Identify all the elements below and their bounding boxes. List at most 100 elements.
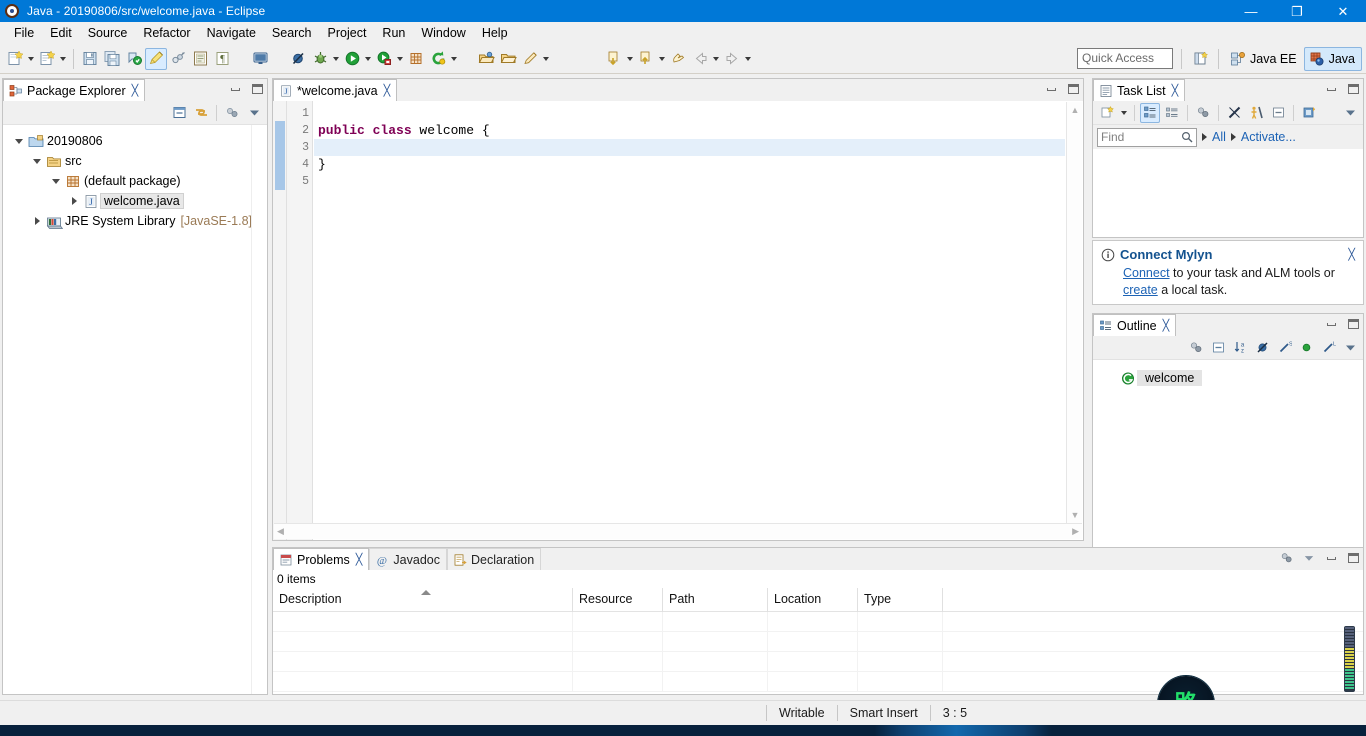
view-menu-icon[interactable] (244, 103, 264, 123)
minimize-icon[interactable] (1323, 316, 1339, 332)
debug-icon[interactable] (309, 48, 331, 70)
editor-vscrollbar[interactable]: ▲ ▼ (1066, 102, 1082, 523)
tree-node-src[interactable]: src (3, 151, 267, 171)
menu-search[interactable]: Search (264, 24, 320, 42)
categorized-icon[interactable] (1140, 102, 1160, 123)
toggle-mark-occurrences-icon[interactable] (145, 47, 167, 70)
open-type-icon[interactable] (189, 48, 211, 70)
scroll-left-icon[interactable]: ◀ (277, 526, 284, 537)
forward-dropdown-icon[interactable] (743, 48, 753, 70)
search-tasks-icon[interactable] (519, 48, 541, 70)
forward-icon[interactable] (721, 48, 743, 70)
skip-breakpoints-icon[interactable] (287, 48, 309, 70)
new-wizard-icon[interactable] (4, 48, 26, 70)
close-icon[interactable]: ╳ (132, 84, 139, 97)
os-taskbar[interactable] (0, 725, 1366, 736)
scheduled-icon[interactable] (1162, 103, 1182, 123)
chevron-down-icon[interactable] (29, 153, 45, 169)
tab-declaration[interactable]: Declaration (446, 548, 542, 570)
new-java-class-dropdown-icon[interactable] (58, 48, 68, 70)
link-with-editor-icon[interactable] (191, 103, 211, 123)
all-expand-icon[interactable] (1202, 133, 1207, 141)
mylyn-connect-link[interactable]: Connect (1123, 266, 1170, 280)
minimize-icon[interactable] (1323, 550, 1339, 566)
minimize-icon[interactable] (1043, 81, 1059, 97)
save-all-icon[interactable] (101, 48, 123, 70)
mylyn-create-link[interactable]: create (1123, 283, 1158, 297)
sort-icon[interactable]: a z (1230, 338, 1250, 358)
new-task-icon[interactable] (1097, 103, 1117, 123)
minimize-icon[interactable] (227, 81, 243, 97)
table-row[interactable] (273, 652, 1363, 672)
column-header-type[interactable]: Type (858, 588, 943, 612)
tab-package-explorer[interactable]: Package Explorer ╳ (3, 79, 146, 101)
column-header-path[interactable]: Path (663, 588, 768, 612)
next-annotation-icon[interactable] (635, 48, 657, 70)
close-button[interactable]: ✕ (1320, 0, 1366, 22)
focus-on-selection-icon[interactable] (1279, 550, 1295, 566)
close-icon[interactable]: ╳ (384, 84, 391, 97)
close-icon[interactable]: ╳ (1348, 248, 1355, 261)
table-row[interactable] (273, 632, 1363, 652)
close-icon[interactable]: ╳ (1172, 84, 1179, 97)
open-task-icon[interactable] (475, 48, 497, 70)
view-menu-icon[interactable] (1301, 550, 1317, 566)
new-task-dropdown-icon[interactable] (1119, 102, 1129, 124)
view-menu-filter-icon[interactable] (222, 103, 242, 123)
filter-completed-icon[interactable] (1224, 103, 1244, 123)
view-menu-icon[interactable] (1340, 338, 1360, 358)
maximize-icon[interactable] (1065, 81, 1081, 97)
previous-annotation-icon[interactable] (603, 48, 625, 70)
all-label[interactable]: All (1212, 130, 1226, 144)
tab-outline[interactable]: Outline ╳ (1093, 314, 1177, 336)
new-wizard-dropdown-icon[interactable] (26, 48, 36, 70)
column-header-resource[interactable]: Resource (573, 588, 663, 612)
tree-node-project[interactable]: 20190806 (3, 131, 267, 151)
open-perspective-icon[interactable] (1190, 48, 1212, 70)
tab-welcome-java[interactable]: J *welcome.java ╳ (273, 79, 398, 101)
perspective-java-ee[interactable]: Java EE (1225, 47, 1304, 71)
perspective-java[interactable]: Java (1303, 46, 1362, 71)
menu-window[interactable]: Window (413, 24, 473, 42)
menu-run[interactable]: Run (374, 24, 413, 42)
maximize-icon[interactable] (1345, 81, 1361, 97)
hide-nonpublic-icon[interactable] (1296, 338, 1316, 358)
tab-problems[interactable]: Problems ╳ (273, 548, 370, 570)
tab-task-list[interactable]: Task List ╳ (1093, 79, 1186, 101)
scroll-up-icon[interactable]: ▲ (1067, 102, 1083, 118)
next-annotation-dropdown-icon[interactable] (657, 48, 667, 70)
editor-hscrollbar[interactable]: ◀ ▶ (274, 523, 1082, 539)
minimize-icon[interactable] (1323, 81, 1339, 97)
chevron-right-icon[interactable] (66, 193, 82, 209)
minimize-button[interactable]: — (1228, 0, 1274, 22)
task-find-input[interactable]: Find (1097, 127, 1197, 147)
menu-project[interactable]: Project (320, 24, 375, 42)
editor-code-lines[interactable]: public class welcome { } (314, 101, 1065, 540)
maximize-icon[interactable] (249, 81, 265, 97)
run-icon[interactable] (341, 48, 363, 70)
publish-icon[interactable] (123, 48, 145, 70)
hide-static-icon[interactable]: S (1274, 338, 1294, 358)
search-tasks-dropdown-icon[interactable] (541, 48, 551, 70)
collapse-all-icon[interactable] (1268, 103, 1288, 123)
link-with-editor-icon[interactable] (167, 48, 189, 70)
activate-task-icon[interactable] (1246, 103, 1266, 123)
chevron-down-icon[interactable] (48, 173, 64, 189)
outline-item-welcome[interactable]: welcome (1093, 368, 1363, 388)
tree-node-jre-library[interactable]: JRE System Library [JavaSE-1.8] (3, 211, 267, 231)
activate-label[interactable]: Activate... (1241, 130, 1296, 144)
maximize-button[interactable]: ❐ (1274, 0, 1320, 22)
maximize-icon[interactable] (1345, 550, 1361, 566)
external-tools-dropdown-icon[interactable] (449, 48, 459, 70)
chevron-right-icon[interactable] (29, 213, 45, 229)
hide-fields-icon[interactable] (1252, 338, 1272, 358)
save-icon[interactable] (79, 48, 101, 70)
new-java-class-icon[interactable] (36, 48, 58, 70)
activate-expand-icon[interactable] (1230, 133, 1236, 141)
back-dropdown-icon[interactable] (711, 48, 721, 70)
close-icon[interactable]: ╳ (356, 553, 363, 566)
last-edit-location-icon[interactable] (667, 48, 689, 70)
hide-local-types-icon[interactable]: L (1318, 338, 1338, 358)
debug-dropdown-icon[interactable] (331, 48, 341, 70)
menu-file[interactable]: File (6, 24, 42, 42)
